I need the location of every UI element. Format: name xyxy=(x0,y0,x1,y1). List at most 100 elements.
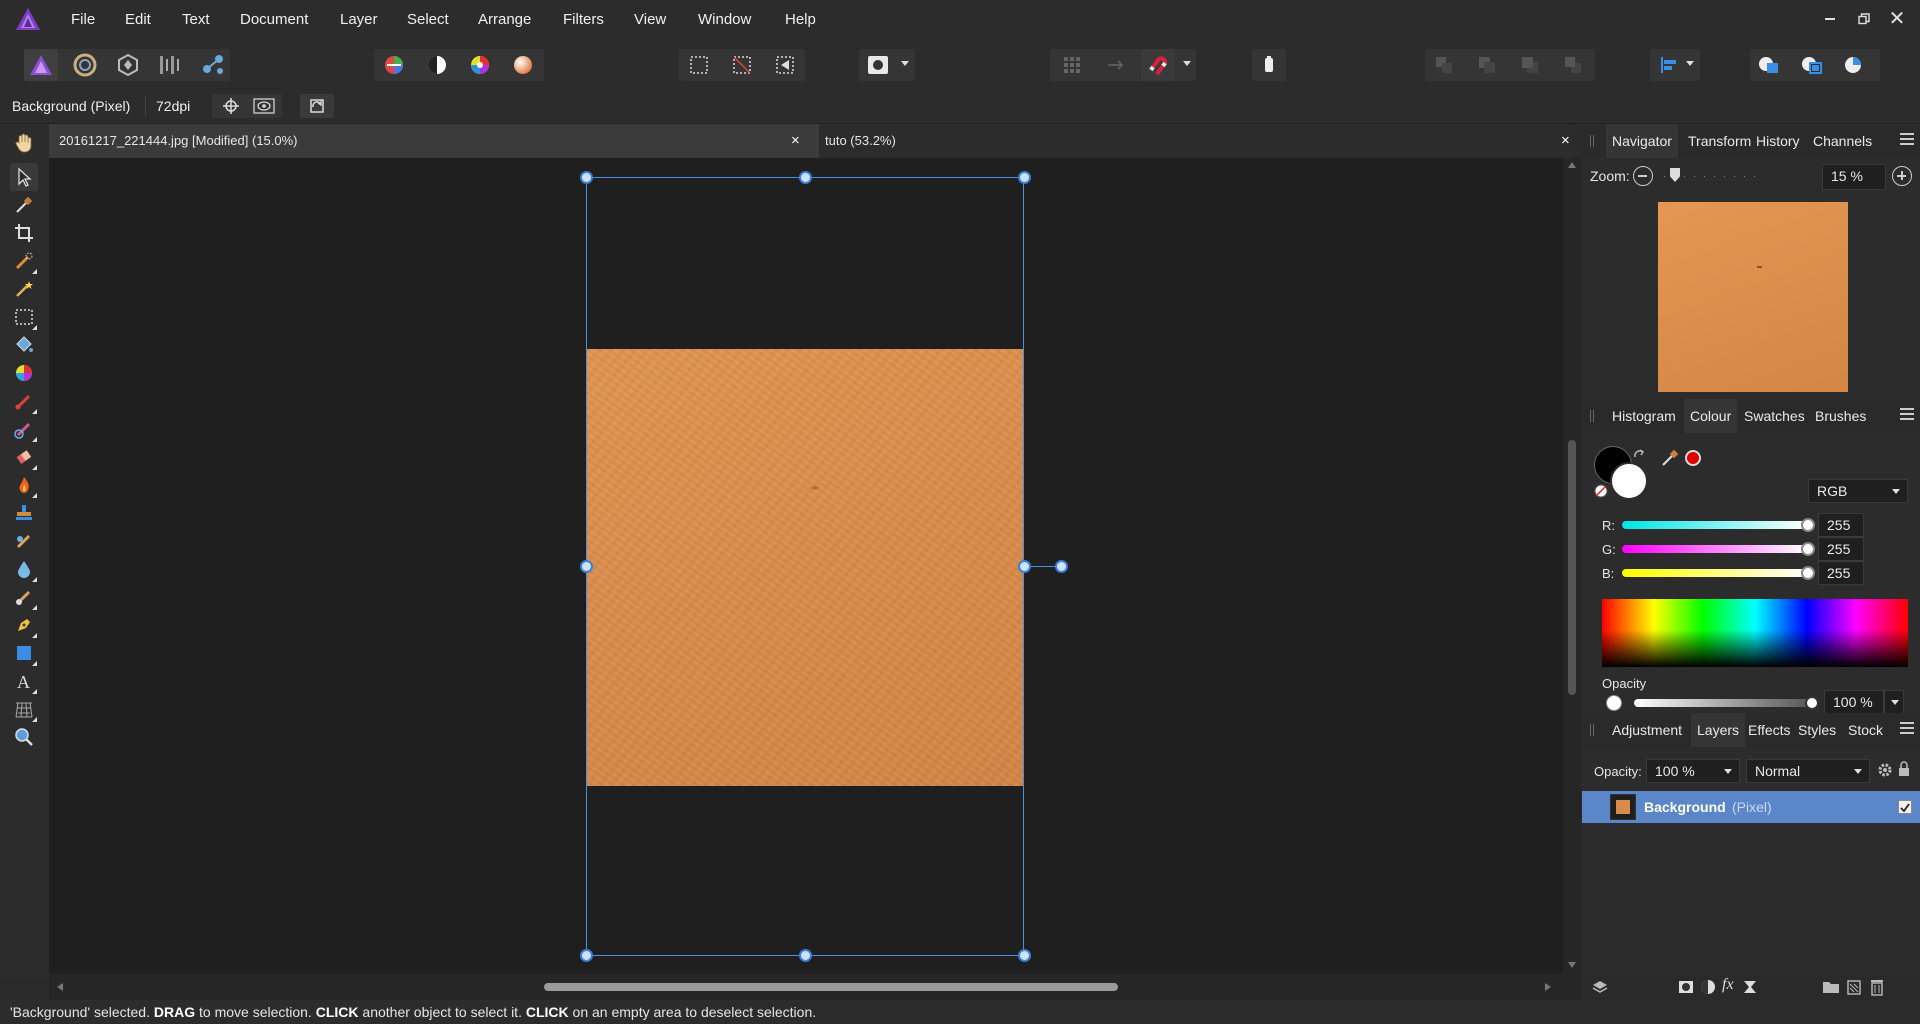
affinity-photo-logo-icon[interactable] xyxy=(14,6,42,32)
subtract-button[interactable] xyxy=(1795,49,1829,81)
no-fill-icon[interactable] xyxy=(1594,484,1608,498)
channel-g-value[interactable]: 255 xyxy=(1818,537,1864,561)
develop-persona-button[interactable] xyxy=(111,49,145,81)
folder-icon[interactable] xyxy=(1822,979,1840,995)
selection-bounding-box[interactable] xyxy=(586,177,1024,956)
channel-b-slider[interactable] xyxy=(1622,569,1808,577)
vertical-scroll-thumb[interactable] xyxy=(1568,440,1576,695)
mask-layer-icon[interactable] xyxy=(1678,979,1694,995)
view-tool[interactable] xyxy=(10,129,38,157)
handle-top-right[interactable] xyxy=(1018,171,1031,184)
quick-mask-button[interactable] xyxy=(861,49,895,81)
gradient-tool[interactable] xyxy=(10,359,38,387)
transform-origin-button[interactable] xyxy=(217,96,245,116)
move-to-front-button[interactable] xyxy=(1556,49,1590,81)
restore-button[interactable] xyxy=(1852,8,1876,30)
panel-menu-icon[interactable] xyxy=(1900,408,1914,420)
tab-styles[interactable]: Styles xyxy=(1792,713,1842,747)
assistant-button[interactable] xyxy=(1252,49,1286,81)
panel-grip-icon[interactable] xyxy=(1590,135,1594,147)
blend-mode-dropdown[interactable]: Normal xyxy=(1746,759,1870,783)
align-dropdown-icon[interactable] xyxy=(1686,61,1694,66)
hsl-button[interactable] xyxy=(463,49,497,81)
channel-r-knob[interactable] xyxy=(1801,518,1815,532)
tab-navigator[interactable]: Navigator xyxy=(1606,124,1678,158)
menu-arrange[interactable]: Arrange xyxy=(478,11,531,28)
smudge-brush-tool[interactable] xyxy=(10,583,38,611)
rotate-button[interactable] xyxy=(300,94,334,118)
trash-icon[interactable] xyxy=(1870,978,1884,996)
zoom-slider-knob[interactable] xyxy=(1670,168,1680,182)
tab-history[interactable]: History xyxy=(1750,124,1806,158)
horizontal-scroll-thumb[interactable] xyxy=(544,983,1118,991)
levels-button[interactable] xyxy=(377,49,411,81)
channel-g-slider[interactable] xyxy=(1622,545,1808,553)
navigator-preview[interactable] xyxy=(1658,202,1848,392)
panel-menu-icon[interactable] xyxy=(1900,133,1914,145)
vertical-scrollbar[interactable] xyxy=(1563,158,1581,974)
panel-grip-icon[interactable] xyxy=(1590,724,1594,736)
marquee-tool[interactable] xyxy=(10,303,38,331)
deselect-button[interactable] xyxy=(725,49,759,81)
close-window-button[interactable]: ✕ xyxy=(1885,8,1909,30)
show-bounding-box-button[interactable] xyxy=(250,96,278,116)
intersect-button[interactable] xyxy=(1838,49,1872,81)
tab-stock[interactable]: Stock xyxy=(1842,713,1889,747)
live-filter-icon[interactable] xyxy=(1742,979,1758,995)
opacity-value[interactable]: 100 % xyxy=(1824,690,1884,714)
grid-button[interactable] xyxy=(1055,49,1089,81)
mesh-warp-tool[interactable] xyxy=(10,695,38,723)
handle-middle-left[interactable] xyxy=(580,560,593,573)
scroll-left-icon[interactable] xyxy=(57,983,63,991)
layer-row-background[interactable]: Background (Pixel) xyxy=(1582,791,1920,823)
export-persona-button[interactable] xyxy=(197,49,231,81)
document-tab-1[interactable]: 20161217_221444.jpg [Modified] (15.0%) xyxy=(49,124,819,158)
canvas-area[interactable] xyxy=(49,158,1563,974)
secondary-colour-well[interactable] xyxy=(1610,462,1648,500)
blur-brush-tool[interactable] xyxy=(10,555,38,583)
minimize-button[interactable] xyxy=(1818,8,1842,30)
fx-icon[interactable]: fx xyxy=(1722,976,1734,994)
snapping-dropdown-icon[interactable] xyxy=(1183,61,1191,66)
white-balance-button[interactable] xyxy=(420,49,454,81)
text-tool[interactable]: A xyxy=(10,667,38,695)
close-tab-2-icon[interactable]: × xyxy=(1561,124,1570,158)
panel-menu-icon[interactable] xyxy=(1900,722,1914,734)
move-tool[interactable] xyxy=(10,163,38,191)
tab-transform[interactable]: Transform xyxy=(1682,124,1757,158)
handle-top-center[interactable] xyxy=(799,171,812,184)
selection-brush-tool[interactable] xyxy=(10,247,38,275)
menu-select[interactable]: Select xyxy=(407,11,449,28)
tab-histogram[interactable]: Histogram xyxy=(1606,399,1682,433)
photo-persona-button[interactable] xyxy=(24,49,58,81)
menu-view[interactable]: View xyxy=(634,11,666,28)
flood-select-tool[interactable] xyxy=(10,275,38,303)
tab-brushes[interactable]: Brushes xyxy=(1809,399,1872,433)
pen-tool[interactable] xyxy=(10,611,38,639)
colour-picker-tool[interactable] xyxy=(10,191,38,219)
channel-r-slider[interactable] xyxy=(1622,521,1808,529)
layers-stack-icon[interactable] xyxy=(1592,979,1608,995)
opacity-stepper[interactable] xyxy=(1884,690,1904,714)
snapping-button[interactable] xyxy=(1141,49,1175,81)
invert-selection-button[interactable] xyxy=(768,49,802,81)
tab-channels[interactable]: Channels xyxy=(1807,124,1878,158)
liquify-persona-button[interactable] xyxy=(68,49,102,81)
move-to-back-button[interactable] xyxy=(1427,49,1461,81)
zoom-value-field[interactable]: 15 % xyxy=(1822,164,1886,190)
menu-layer[interactable]: Layer xyxy=(340,11,378,28)
move-back-one-button[interactable] xyxy=(1470,49,1504,81)
menu-text[interactable]: Text xyxy=(182,11,210,28)
paint-brush-tool[interactable] xyxy=(10,387,38,415)
rotation-handle[interactable] xyxy=(1055,560,1068,573)
move-forward-one-button[interactable] xyxy=(1513,49,1547,81)
gear-icon[interactable] xyxy=(1877,762,1893,778)
erase-brush-tool[interactable] xyxy=(10,443,38,471)
close-tab-1-icon[interactable]: × xyxy=(791,124,800,158)
opacity-knob[interactable] xyxy=(1805,696,1819,710)
tab-colour[interactable]: Colour xyxy=(1684,399,1738,433)
channel-r-value[interactable]: 255 xyxy=(1818,513,1864,537)
colour-spectrum[interactable] xyxy=(1602,599,1908,667)
add-pixel-layer-icon[interactable] xyxy=(1846,978,1862,996)
zoom-tool[interactable] xyxy=(10,723,38,751)
